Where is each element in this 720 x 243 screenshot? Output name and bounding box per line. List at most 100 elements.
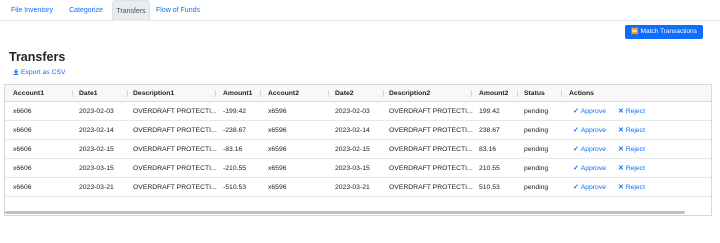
- transfers-table: Account1 Date1 Description1 Amount1 Acco…: [4, 84, 712, 216]
- match-transactions-button[interactable]: ⏩ Match Transactions: [625, 25, 703, 39]
- column-separator: [328, 90, 329, 97]
- col-amount1[interactable]: Amount1: [223, 85, 252, 102]
- cell-amount2: 238.67: [479, 127, 500, 134]
- col-status[interactable]: Status: [524, 85, 545, 102]
- fast-forward-icon: ⏩: [631, 29, 639, 35]
- table-row: x6606 2023-03-15 OVERDRAFT PROTECTI... -…: [5, 159, 711, 178]
- reject-button[interactable]: ✕ Reject: [618, 159, 645, 178]
- reject-button[interactable]: ✕ Reject: [618, 178, 645, 197]
- table-row: x6606 2023-02-14 OVERDRAFT PROTECTI... -…: [5, 121, 711, 140]
- table-row: x6606 2023-02-03 OVERDRAFT PROTECTI... -…: [5, 102, 711, 121]
- x-icon: ✕: [618, 108, 624, 115]
- approve-label: Approve: [580, 146, 607, 153]
- col-account1[interactable]: Account1: [13, 85, 44, 102]
- cell-amount1: -210.55: [223, 165, 247, 172]
- cell-amount2: 210.55: [479, 165, 500, 172]
- approve-button[interactable]: ✓ Approve: [573, 159, 606, 178]
- cell-account2: x6596: [268, 146, 287, 153]
- approve-label: Approve: [580, 127, 607, 134]
- cell-description2: OVERDRAFT PROTECTI...: [389, 165, 473, 172]
- cell-description1: OVERDRAFT PROTECTI...: [133, 108, 217, 115]
- col-description2[interactable]: Description2: [389, 85, 430, 102]
- reject-label: Reject: [625, 146, 645, 153]
- tab-transfers[interactable]: Transfers: [112, 0, 150, 21]
- approve-button[interactable]: ✓ Approve: [573, 121, 606, 140]
- column-separator: [561, 90, 562, 97]
- check-icon: ✓: [573, 165, 579, 172]
- cell-date1: 2023-03-15: [79, 165, 114, 172]
- cell-description2: OVERDRAFT PROTECTI...: [389, 108, 473, 115]
- cell-date1: 2023-02-15: [79, 146, 114, 153]
- cell-amount2: 83.16: [479, 146, 497, 153]
- cell-account1: x6606: [13, 108, 32, 115]
- column-separator: [471, 90, 472, 97]
- cell-description2: OVERDRAFT PROTECTI...: [389, 146, 473, 153]
- reject-label: Reject: [625, 108, 645, 115]
- tab-categorize[interactable]: Categorize: [62, 0, 110, 21]
- cell-description1: OVERDRAFT PROTECTI...: [133, 146, 217, 153]
- cell-status: pending: [524, 184, 549, 191]
- col-account2[interactable]: Account2: [268, 85, 299, 102]
- table-header: Account1 Date1 Description1 Amount1 Acco…: [5, 85, 711, 102]
- column-separator: [215, 90, 216, 97]
- approve-label: Approve: [580, 108, 607, 115]
- approve-label: Approve: [580, 184, 607, 191]
- table-row: x6606 2023-03-21 OVERDRAFT PROTECTI... -…: [5, 178, 711, 197]
- match-transactions-label: Match Transactions: [640, 28, 697, 35]
- reject-button[interactable]: ✕ Reject: [618, 140, 645, 159]
- cell-account2: x6596: [268, 165, 287, 172]
- reject-label: Reject: [625, 127, 645, 134]
- check-icon: ✓: [573, 127, 579, 134]
- cell-date2: 2023-02-15: [335, 146, 370, 153]
- cell-date1: 2023-02-14: [79, 127, 114, 134]
- page-title: Transfers: [9, 50, 66, 64]
- column-separator: [383, 90, 384, 97]
- export-csv-label: Export as CSV: [21, 69, 66, 76]
- col-date2[interactable]: Date2: [335, 85, 354, 102]
- cell-date1: 2023-03-21: [79, 184, 114, 191]
- table-row: x6606 2023-02-15 OVERDRAFT PROTECTI... -…: [5, 140, 711, 159]
- cell-account1: x6606: [13, 165, 32, 172]
- cell-status: pending: [524, 165, 549, 172]
- approve-button[interactable]: ✓ Approve: [573, 102, 606, 121]
- column-separator: [72, 90, 73, 97]
- cell-account1: x6606: [13, 127, 32, 134]
- reject-button[interactable]: ✕ Reject: [618, 102, 645, 121]
- export-csv-link[interactable]: Export as CSV: [13, 69, 66, 76]
- approve-button[interactable]: ✓ Approve: [573, 140, 606, 159]
- horizontal-scrollbar[interactable]: [5, 211, 685, 214]
- cell-amount1: -510.53: [223, 184, 247, 191]
- cell-account1: x6606: [13, 184, 32, 191]
- cell-account2: x6596: [268, 184, 287, 191]
- cell-account1: x6606: [13, 146, 32, 153]
- cell-description2: OVERDRAFT PROTECTI...: [389, 127, 473, 134]
- cell-description1: OVERDRAFT PROTECTI...: [133, 165, 217, 172]
- cell-amount1: -83.16: [223, 146, 243, 153]
- tab-flow-of-funds[interactable]: Flow of Funds: [154, 0, 202, 21]
- col-amount2[interactable]: Amount2: [479, 85, 508, 102]
- reject-label: Reject: [625, 184, 645, 191]
- column-separator: [260, 90, 261, 97]
- reject-button[interactable]: ✕ Reject: [618, 121, 645, 140]
- tab-bar: File Inventory Categorize Transfers Flow…: [0, 0, 720, 21]
- x-icon: ✕: [618, 184, 624, 191]
- x-icon: ✕: [618, 146, 624, 153]
- x-icon: ✕: [618, 127, 624, 134]
- cell-status: pending: [524, 146, 549, 153]
- col-actions: Actions: [569, 90, 594, 97]
- cell-date2: 2023-02-03: [335, 108, 370, 115]
- approve-label: Approve: [580, 165, 607, 172]
- col-date1[interactable]: Date1: [79, 85, 98, 102]
- col-description1[interactable]: Description1: [133, 85, 174, 102]
- check-icon: ✓: [573, 108, 579, 115]
- download-icon: [13, 69, 19, 76]
- cell-status: pending: [524, 108, 549, 115]
- column-separator: [517, 90, 518, 97]
- cell-amount2: 510.53: [479, 184, 500, 191]
- cell-account2: x6596: [268, 108, 287, 115]
- cell-description2: OVERDRAFT PROTECTI...: [389, 184, 473, 191]
- approve-button[interactable]: ✓ Approve: [573, 178, 606, 197]
- tab-file-inventory[interactable]: File Inventory: [4, 0, 60, 21]
- x-icon: ✕: [618, 165, 624, 172]
- cell-date1: 2023-02-03: [79, 108, 114, 115]
